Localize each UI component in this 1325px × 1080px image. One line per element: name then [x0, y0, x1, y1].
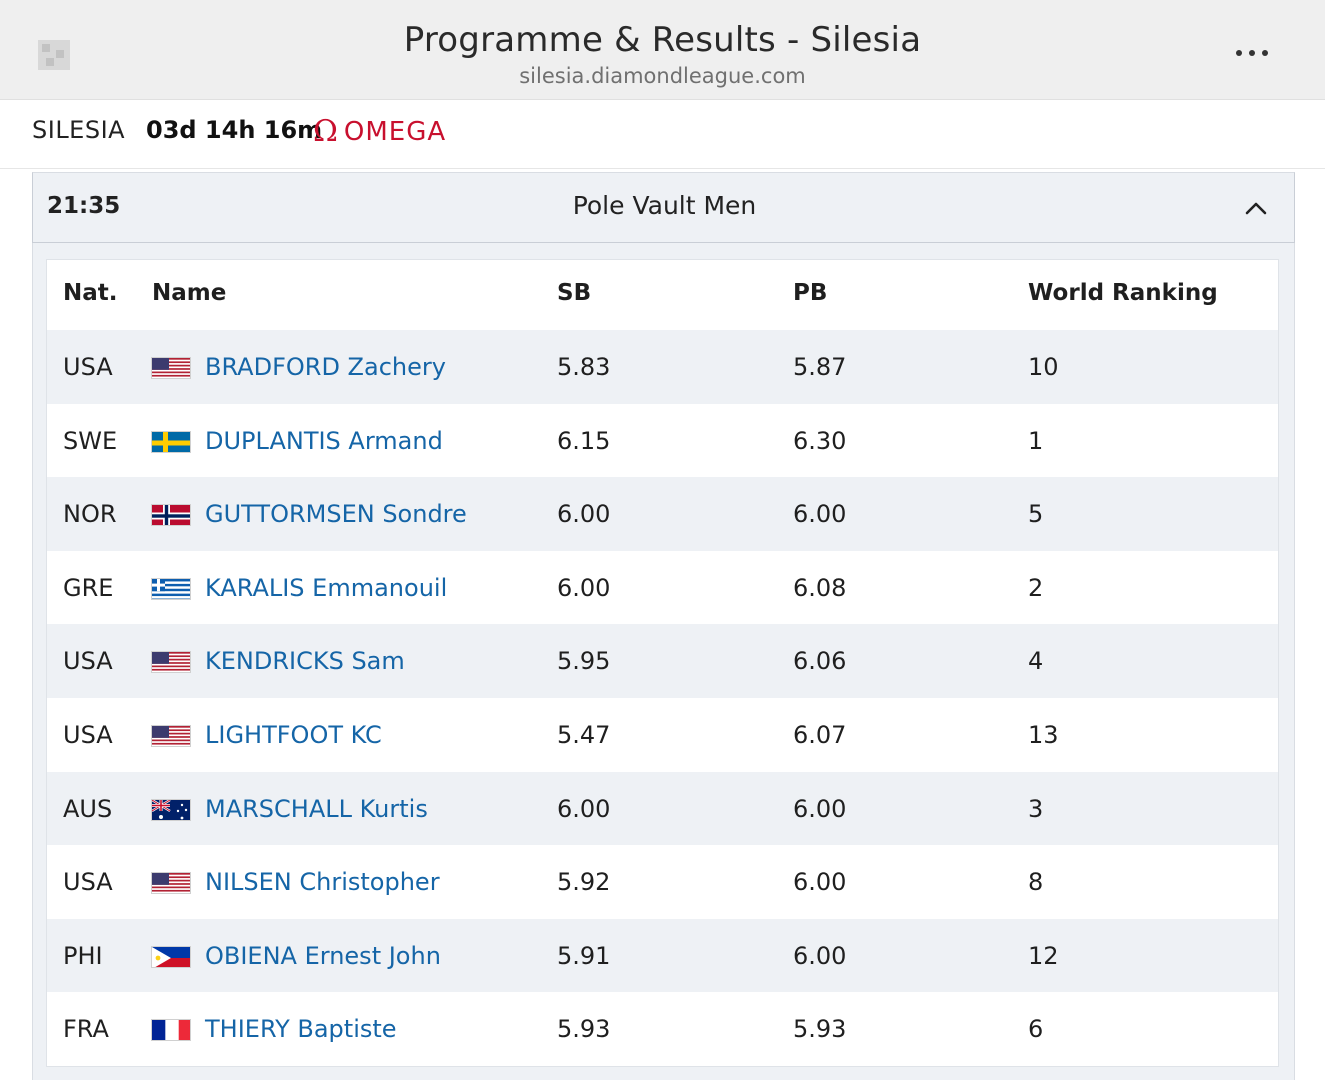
table-row: GRE KARALIS Emmanouil 6.00 6.08 2 [47, 551, 1278, 625]
athlete-name-link[interactable]: NILSEN Christopher [205, 868, 440, 896]
column-header-name: Name [152, 280, 227, 306]
event-accordion-header[interactable]: 21:35 Pole Vault Men [32, 172, 1295, 243]
athlete-name-link[interactable]: OBIENA Ernest John [205, 942, 441, 970]
table-header: Nat. Name SB PB World Ranking [47, 260, 1278, 330]
column-header-nat: Nat. [63, 280, 118, 306]
season-best: 5.47 [557, 720, 611, 749]
personal-best: 5.93 [793, 1015, 847, 1044]
table-row: USA KENDRICKS Sam 5.95 6.06 4 [47, 624, 1278, 698]
more-dots-icon[interactable] [1236, 50, 1276, 60]
page-title: Programme & Results - Silesia [403, 20, 922, 60]
nationality-code: AUS [63, 794, 113, 823]
omega-logo: Ω OMEGA [313, 115, 446, 149]
athlete-name-link[interactable]: DUPLANTIS Armand [205, 427, 443, 455]
usa-flag-icon [151, 724, 191, 747]
table-row: AUS MARSCHALL Kurtis 6.00 6.00 3 [47, 771, 1278, 846]
usa-flag-icon [151, 357, 191, 379]
page-url[interactable]: silesia.diamondleague.com [0, 64, 1325, 88]
countdown-timer: 03d 14h 16m [146, 116, 323, 144]
world-ranking: 2 [1028, 573, 1044, 602]
usa-flag-icon [151, 651, 191, 674]
world-ranking: 8 [1028, 868, 1044, 897]
personal-best: 6.00 [793, 794, 847, 823]
athlete-name-link[interactable]: GUTTORMSEN Sondre [205, 500, 467, 528]
athlete-name-link[interactable]: LIGHTFOOT KC [205, 721, 382, 749]
athlete-name-link[interactable]: KARALIS Emmanouil [205, 574, 447, 602]
omega-symbol-icon: Ω [313, 114, 338, 149]
personal-best: 6.00 [793, 500, 847, 529]
world-ranking: 4 [1028, 647, 1044, 676]
season-best: 6.00 [557, 573, 611, 602]
table-row: USA LIGHTFOOT KC 5.47 6.07 13 [47, 698, 1278, 772]
personal-best: 6.06 [793, 647, 847, 676]
season-best: 5.95 [557, 647, 611, 676]
athlete-name-link[interactable]: KENDRICKS Sam [205, 647, 405, 675]
world-ranking: 5 [1028, 500, 1044, 529]
season-best: 5.91 [557, 941, 611, 970]
nationality-code: USA [63, 720, 113, 749]
season-best: 5.92 [557, 868, 611, 897]
athlete-name-link[interactable]: THIERY Baptiste [205, 1015, 397, 1043]
nationality-code: USA [63, 868, 113, 897]
nationality-code: GRE [63, 573, 114, 602]
season-best: 5.93 [557, 1015, 611, 1044]
table-row: PHI OBIENA Ernest John 5.91 6.00 12 [47, 918, 1278, 993]
phi-flag-icon [151, 945, 191, 968]
table-row: SWE DUPLANTIS Armand 6.15 6.30 1 [47, 404, 1278, 478]
start-list-table: Nat. Name SB PB World Ranking USA BRADFO… [46, 259, 1279, 1067]
table-row: USA BRADFORD Zachery 5.83 5.87 10 [47, 330, 1278, 404]
personal-best: 5.87 [793, 353, 847, 381]
event-name: Pole Vault Men [572, 191, 757, 220]
browser-top-bar: Programme & Results - Silesia silesia.di… [0, 0, 1325, 100]
world-ranking: 6 [1028, 1015, 1044, 1044]
personal-best: 6.07 [793, 720, 847, 749]
nationality-code: USA [63, 647, 113, 676]
world-ranking: 3 [1028, 794, 1044, 823]
nationality-code: SWE [63, 426, 118, 455]
world-ranking: 10 [1028, 353, 1059, 381]
personal-best: 6.08 [793, 573, 847, 602]
season-best: 6.00 [557, 794, 611, 823]
athlete-name-link[interactable]: BRADFORD Zachery [205, 353, 446, 381]
season-best: 6.00 [557, 500, 611, 529]
column-header-pb: PB [793, 280, 828, 306]
athlete-name-link[interactable]: MARSCHALL Kurtis [205, 795, 428, 823]
world-ranking: 12 [1028, 941, 1059, 970]
world-ranking: 13 [1028, 720, 1059, 749]
table-row: NOR GUTTORMSEN Sondre 6.00 6.00 5 [47, 477, 1278, 551]
world-ranking: 1 [1028, 426, 1044, 455]
gre-flag-icon [151, 577, 191, 600]
personal-best: 6.00 [793, 868, 847, 897]
column-header-world-ranking: World Ranking [1028, 280, 1218, 306]
nationality-code: USA [63, 353, 113, 381]
personal-best: 6.30 [793, 426, 847, 455]
nationality-code: FRA [63, 1015, 109, 1044]
table-row: USA NILSEN Christopher 5.92 6.00 8 [47, 845, 1278, 919]
fra-flag-icon [151, 1019, 191, 1042]
nationality-code: PHI [63, 941, 103, 970]
nor-flag-icon [151, 504, 191, 527]
personal-best: 6.00 [793, 941, 847, 970]
swe-flag-icon [151, 430, 191, 453]
table-body: USA BRADFORD Zachery 5.83 5.87 10 SWE DU… [47, 330, 1278, 1066]
table-row: FRA THIERY Baptiste 5.93 5.93 6 [47, 992, 1278, 1066]
chevron-up-icon[interactable] [1241, 193, 1271, 223]
sponsor-name: OMEGA [343, 117, 447, 147]
season-best: 6.15 [557, 426, 611, 455]
aus-flag-icon [151, 798, 191, 821]
usa-flag-icon [151, 872, 191, 895]
column-header-sb: SB [557, 280, 592, 306]
season-best: 5.83 [557, 353, 611, 381]
meeting-name[interactable]: SILESIA [32, 116, 125, 144]
nationality-code: NOR [63, 500, 117, 529]
